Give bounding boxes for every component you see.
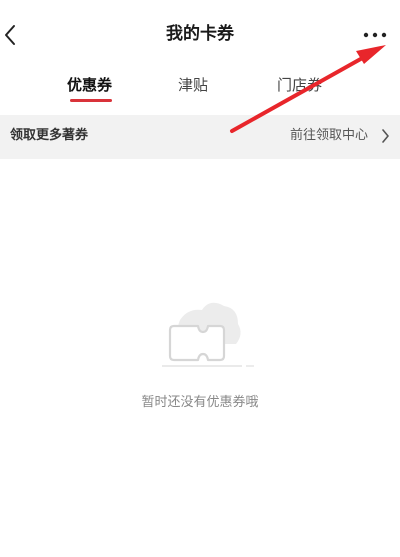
get-more-coupons-label: 领取更多著券 [10,128,89,143]
active-tab-indicator [70,99,112,102]
empty-state-message: 暂时还没有优惠券哦 [141,395,259,410]
tab-allowance[interactable]: 津贴 [178,73,208,101]
top-bar: 我的卡券 [0,0,400,70]
page-title: 我的卡券 [166,24,234,44]
more-dots-icon [363,32,387,38]
empty-coupon-icon [162,302,254,367]
tab-bar: 优惠券 津贴 门店券 [0,70,400,110]
empty-state-illustration [158,290,258,376]
tab-store-coupons[interactable]: 门店券 [277,73,325,101]
tab-coupons[interactable]: 优惠券 [67,73,112,101]
chevron-right-icon [382,129,389,143]
coupon-center-label: 前往领取中心 [289,128,368,143]
get-more-coupons-bar: 领取更多著券 前往领取中心 [0,115,400,159]
more-button[interactable] [360,20,396,50]
